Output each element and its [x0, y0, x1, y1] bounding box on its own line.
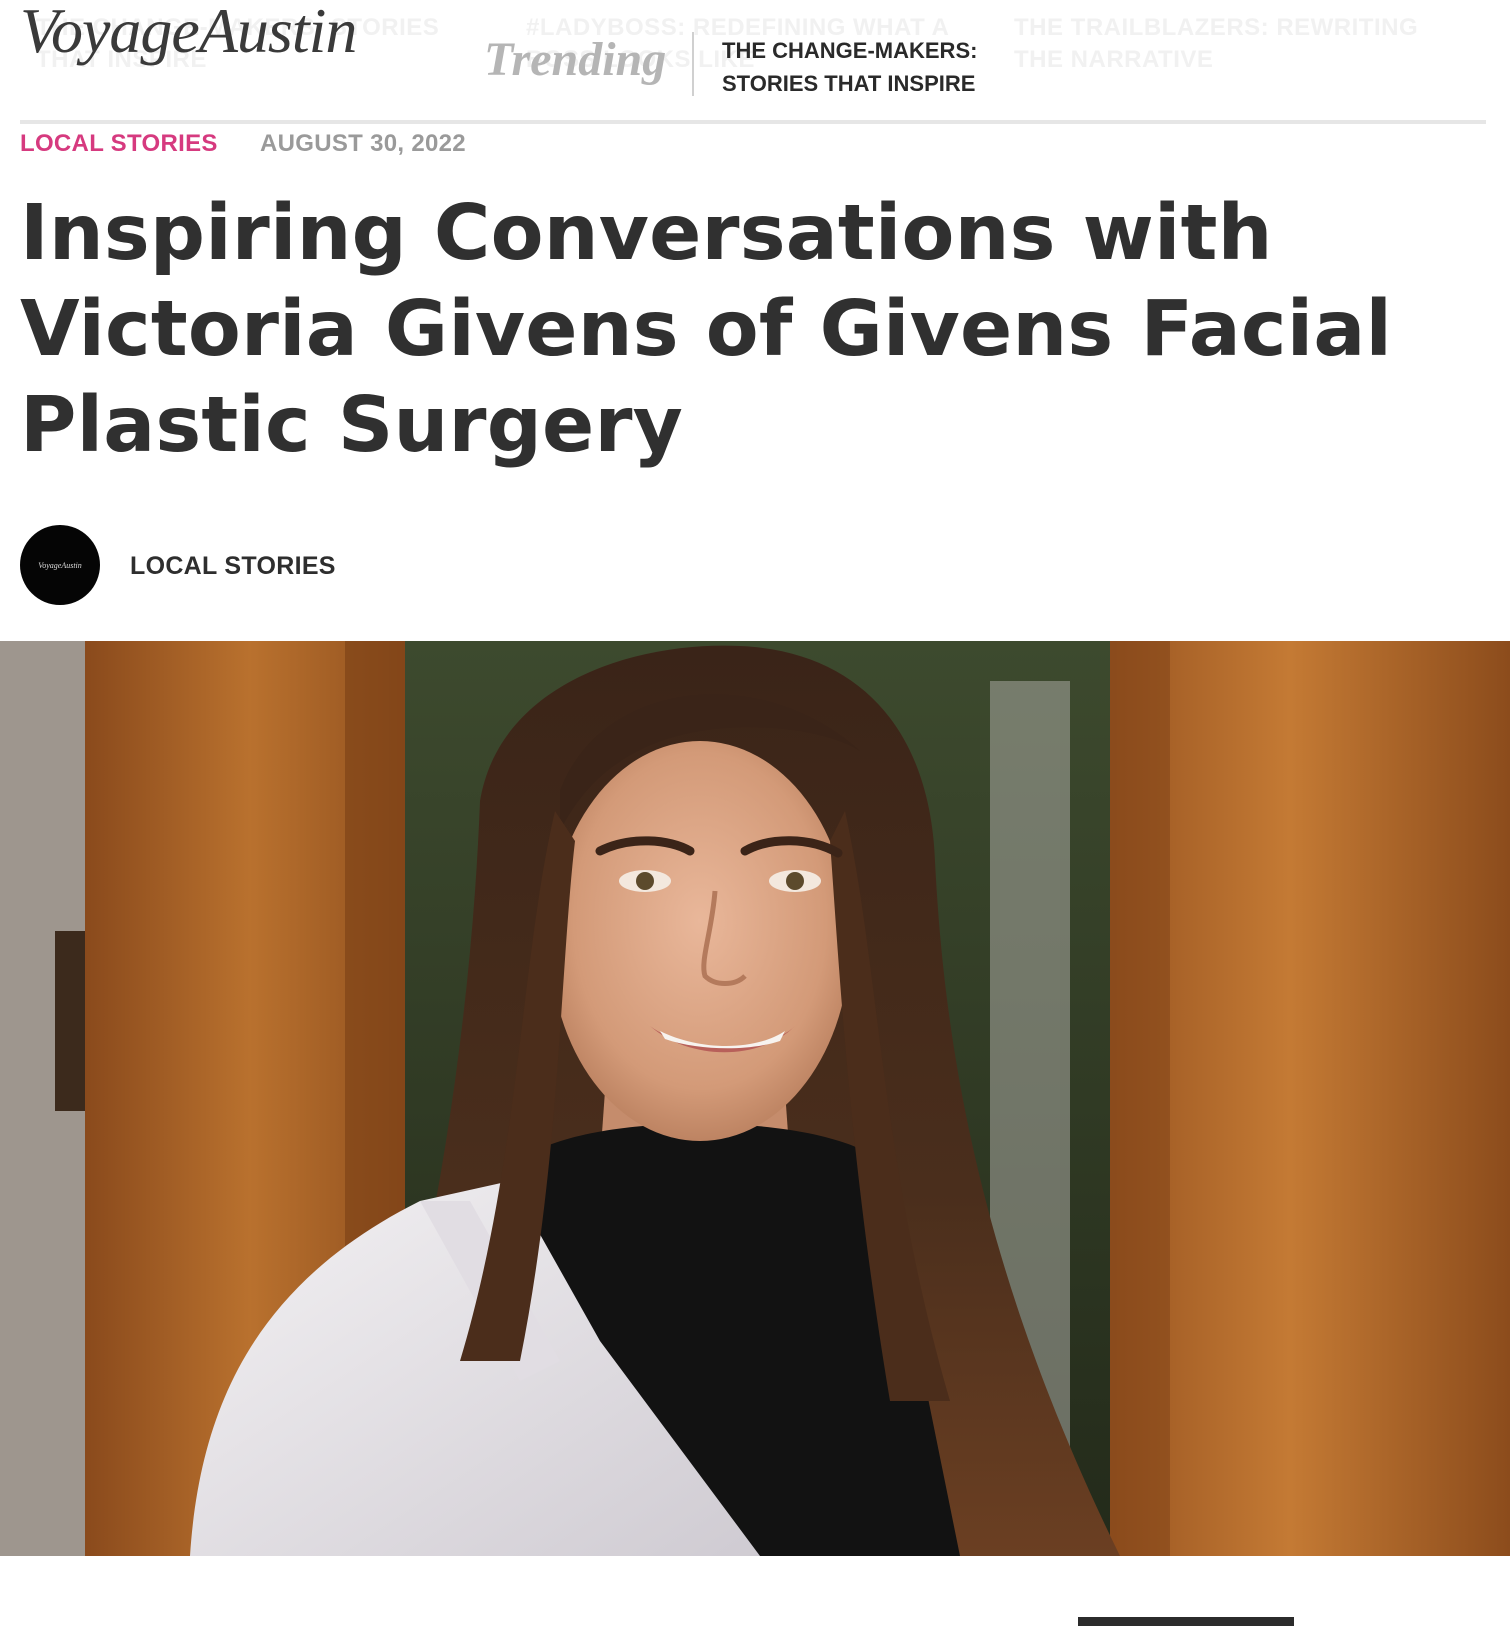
- trending-label: Trending: [484, 33, 667, 86]
- ticker-item-3[interactable]: THE TRAILBLAZERS: REWRITING THE NARRATIV…: [1014, 12, 1434, 76]
- trending-divider: [692, 32, 694, 96]
- hero-photo: [0, 641, 1510, 1556]
- ticker-item-3-line1: THE TRAILBLAZERS: REWRITING: [1014, 14, 1419, 41]
- article-title: Inspiring Conversations with Victoria Gi…: [20, 189, 1393, 470]
- ticker-item-3-line2: THE NARRATIVE: [1014, 46, 1214, 73]
- article-category-link[interactable]: LOCAL STORIES: [20, 130, 218, 158]
- sidebar-widget-edge: [1078, 1617, 1294, 1626]
- portrait-illustration: [0, 641, 1510, 1556]
- trending-current-link[interactable]: THE CHANGE-MAKERS: STORIES THAT INSPIRE: [722, 34, 1022, 100]
- site-logo[interactable]: VoyageAustin: [20, 0, 357, 68]
- article-date: AUGUST 30, 2022: [260, 130, 466, 157]
- author-name-link[interactable]: LOCAL STORIES: [130, 552, 336, 581]
- avatar-logo-text: VoyageAustin: [38, 560, 82, 570]
- author-avatar[interactable]: VoyageAustin: [20, 525, 100, 605]
- site-header: THE CHANGE-MAKERS: STORIES THAT INSPIRE …: [0, 0, 1510, 122]
- header-divider: [20, 120, 1486, 124]
